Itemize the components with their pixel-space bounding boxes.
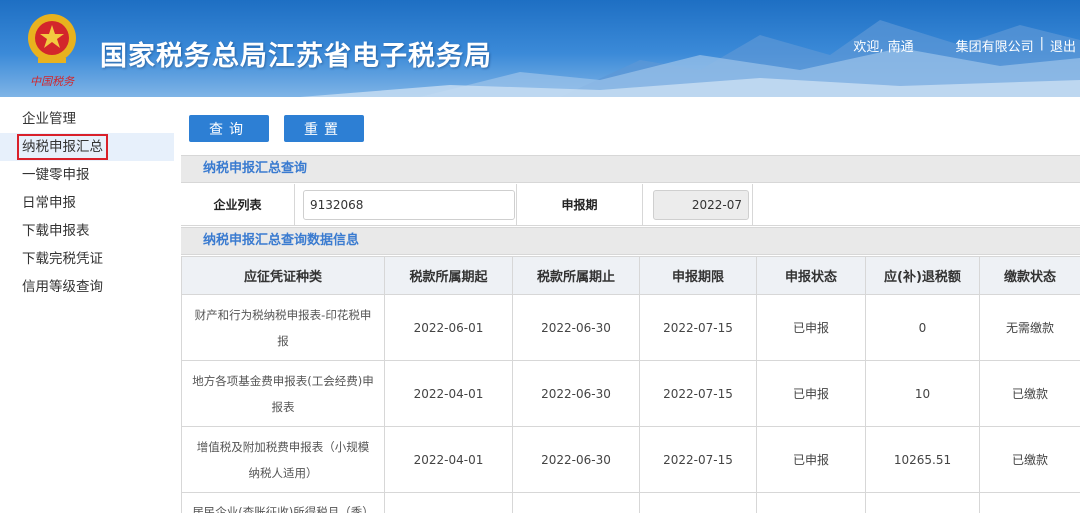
voucher-type-cell: 财产和行为税纳税申报表-印花税申报 [181, 294, 385, 361]
declaration-status-cell: 已申报 [756, 294, 866, 361]
site-title: 国家税务总局江苏省电子税务局 [100, 41, 492, 72]
period-label: 申报期 [517, 184, 643, 225]
main-content: 查询 重置 纳税申报汇总查询 企业列表 申报期 2022-07 纳税申报汇总查询… [174, 97, 1080, 513]
period-end-cell: 2022-06-30 [512, 294, 640, 361]
tax-amount-cell: 10 [865, 360, 980, 427]
payment-status-cell: 已缴款 [979, 360, 1080, 427]
payment-status-cell: 无需缴款 [979, 294, 1080, 361]
column-header: 申报状态 [756, 256, 866, 295]
sidebar-item-label: 信用等级查询 [22, 279, 103, 295]
column-header: 缴款状态 [979, 256, 1080, 295]
period-end-cell [512, 492, 640, 513]
tax-amount-cell: 0 [865, 294, 980, 361]
results-table: 应征凭证种类 税款所属期起 税款所属期止 申报期限 申报状态 应(补)退税额 缴… [181, 256, 1080, 513]
result-section-title: 纳税申报汇总查询数据信息 [181, 227, 1080, 255]
user-bar: 欢迎, 南通 集团有限公司 | 退出 [853, 36, 1076, 55]
sidebar-item-download-forms[interactable]: 下载申报表 [0, 217, 174, 245]
table-row[interactable]: 地方各项基金费申报表(工会经费)申报表 2022-04-01 2022-06-3… [181, 360, 1080, 427]
voucher-type-cell: 增值税及附加税费申报表（小规模纳税人适用） [181, 426, 385, 493]
declaration-status-cell: 已申报 [756, 360, 866, 427]
site-header: 中国税务 国家税务总局江苏省电子税务局 欢迎, 南通 集团有限公司 | 退出 [0, 0, 1080, 97]
company-name: 集团有限公司 [955, 40, 1034, 55]
query-button[interactable]: 查询 [189, 115, 269, 142]
sidebar-item-label: 日常申报 [22, 195, 76, 211]
period-field[interactable]: 2022-07 [653, 189, 749, 220]
welcome-text: 欢迎, 南通 [853, 40, 914, 55]
sidebar-item-enterprise-management[interactable]: 企业管理 [0, 105, 174, 133]
svg-text:中国税务: 中国税务 [30, 75, 75, 88]
sidebar-item-zero-declaration[interactable]: 一键零申报 [0, 161, 174, 189]
period-start-cell [384, 492, 513, 513]
user-bar-separator: | [1039, 36, 1044, 51]
period-start-cell: 2022-06-01 [384, 294, 513, 361]
table-row[interactable]: 财产和行为税纳税申报表-印花税申报 2022-06-01 2022-06-30 … [181, 294, 1080, 361]
period-end-cell: 2022-06-30 [512, 360, 640, 427]
sidebar: 企业管理 纳税申报汇总 一键零申报 日常申报 下载申报表 下载完税凭证 信用等级… [0, 97, 174, 513]
voucher-type-cell: 居民企业(查账征收)所得税月（季） [181, 492, 385, 513]
table-header-row: 应征凭证种类 税款所属期起 税款所属期止 申报期限 申报状态 应(补)退税额 缴… [181, 256, 1080, 295]
table-row[interactable]: 增值税及附加税费申报表（小规模纳税人适用） 2022-04-01 2022-06… [181, 426, 1080, 493]
period-start-cell: 2022-04-01 [384, 426, 513, 493]
declaration-status-cell: 已申报 [756, 426, 866, 493]
column-header: 税款所属期起 [384, 256, 513, 295]
sidebar-item-tax-summary[interactable]: 纳税申报汇总 [0, 133, 174, 161]
sidebar-item-label: 纳税申报汇总 [17, 134, 108, 160]
sidebar-item-label: 下载申报表 [22, 223, 90, 239]
voucher-type-cell: 地方各项基金费申报表(工会经费)申报表 [181, 360, 385, 427]
column-header: 税款所属期止 [512, 256, 640, 295]
company-list-input[interactable] [303, 189, 515, 220]
tax-emblem-icon: 中国税务 [28, 14, 76, 88]
tax-amount-cell: 10265.51 [865, 426, 980, 493]
declaration-status-cell [756, 492, 866, 513]
column-header: 应征凭证种类 [181, 256, 385, 295]
table-row[interactable]: 居民企业(查账征收)所得税月（季） [181, 492, 1080, 513]
query-section-title: 纳税申报汇总查询 [181, 155, 1080, 183]
tax-amount-cell [865, 492, 980, 513]
sidebar-item-credit-query[interactable]: 信用等级查询 [0, 273, 174, 301]
period-cell: 2022-07 [643, 184, 753, 225]
company-list-label: 企业列表 [181, 184, 295, 225]
sidebar-item-label: 一键零申报 [22, 167, 90, 183]
payment-status-cell: 已缴款 [979, 426, 1080, 493]
sidebar-item-label: 下载完税凭证 [22, 251, 103, 267]
deadline-cell [639, 492, 757, 513]
column-header: 申报期限 [639, 256, 757, 295]
period-end-cell: 2022-06-30 [512, 426, 640, 493]
period-start-cell: 2022-04-01 [384, 360, 513, 427]
payment-status-cell [979, 492, 1080, 513]
sidebar-item-label: 企业管理 [22, 111, 76, 127]
filter-row: 企业列表 申报期 2022-07 [181, 184, 1080, 226]
deadline-cell: 2022-07-15 [639, 426, 757, 493]
column-header: 应(补)退税额 [865, 256, 980, 295]
deadline-cell: 2022-07-15 [639, 360, 757, 427]
deadline-cell: 2022-07-15 [639, 294, 757, 361]
logout-link[interactable]: 退出 [1050, 36, 1076, 55]
company-list-cell [295, 184, 517, 225]
sidebar-item-daily-declaration[interactable]: 日常申报 [0, 189, 174, 217]
sidebar-item-download-certificate[interactable]: 下载完税凭证 [0, 245, 174, 273]
reset-button[interactable]: 重置 [284, 115, 364, 142]
